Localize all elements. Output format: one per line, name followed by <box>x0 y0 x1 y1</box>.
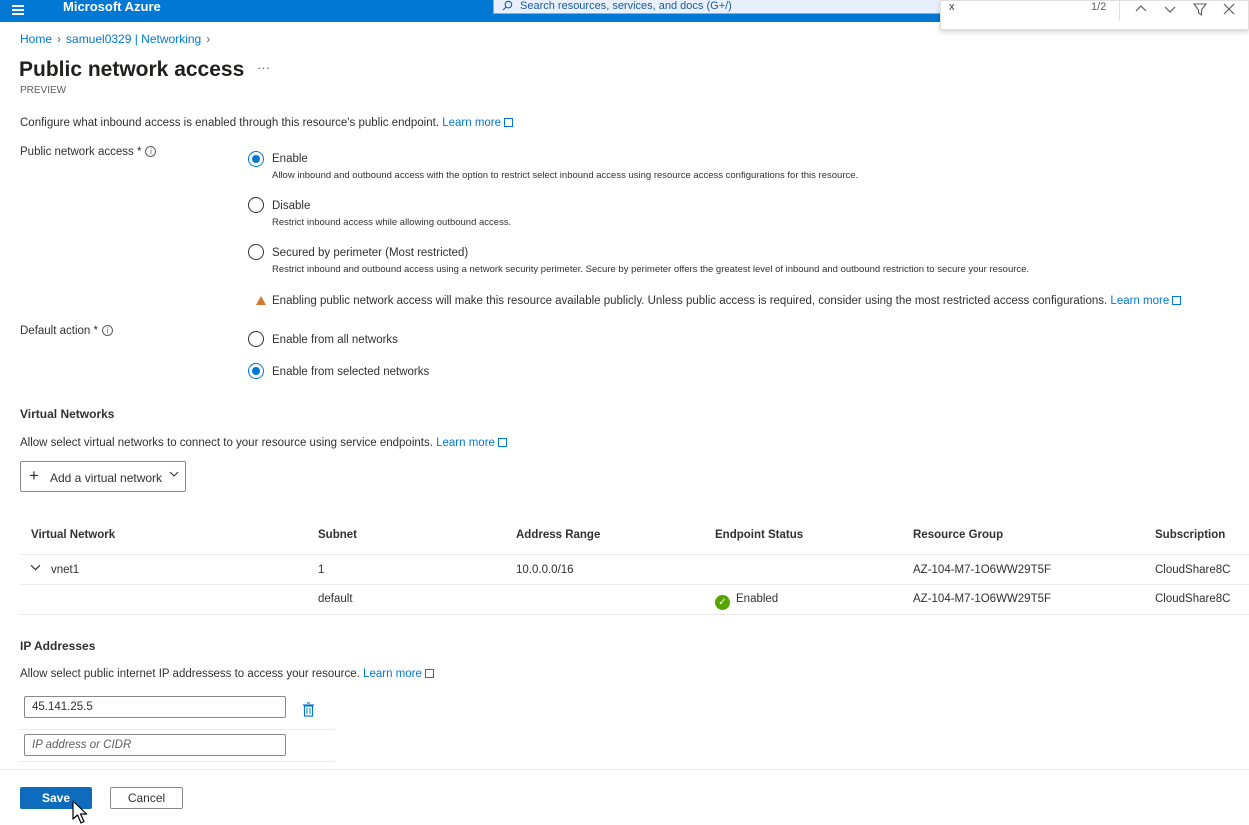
success-check-icon: ✓ <box>715 595 730 610</box>
subnet-count: 1 <box>318 564 325 576</box>
chevron-up-icon[interactable] <box>1133 1 1149 17</box>
ip-address-new-field[interactable] <box>24 734 286 756</box>
radio-disable-label[interactable]: Disable <box>272 200 310 212</box>
radio-secured-perimeter-description: Restrict inbound and outbound access usi… <box>272 264 1030 275</box>
add-virtual-network-label: Add a virtual network <box>50 471 163 485</box>
radio-disable-description: Restrict inbound access while allowing o… <box>272 217 512 228</box>
search-placeholder: Search resources, services, and docs (G+… <box>520 0 732 12</box>
col-virtual-network: Virtual Network <box>31 529 116 541</box>
col-address-range: Address Range <box>516 529 601 541</box>
warning-icon <box>256 296 266 305</box>
radio-selected-networks-label[interactable]: Enable from selected networks <box>272 366 429 378</box>
brand-title[interactable]: Microsoft Azure <box>63 0 161 14</box>
external-link-icon <box>424 669 434 678</box>
filter-icon[interactable] <box>1192 1 1208 17</box>
find-query-input[interactable]: x <box>949 1 955 13</box>
ip-addresses-heading: IP Addresses <box>20 639 96 653</box>
table-divider <box>20 614 1249 615</box>
endpoint-status: ✓ Enabled <box>715 593 778 610</box>
ip-description-text: Allow select public internet IP addresse… <box>20 668 360 680</box>
warning-text: Enabling public network access will make… <box>272 295 1108 307</box>
col-endpoint-status: Endpoint Status <box>715 529 804 541</box>
address-range: 10.0.0.0/16 <box>516 564 574 576</box>
table-divider <box>20 554 1249 555</box>
add-virtual-network-button[interactable]: + Add a virtual network <box>20 461 186 492</box>
radio-selected-networks[interactable] <box>248 363 264 379</box>
learn-more-link[interactable]: Learn more <box>442 117 501 129</box>
radio-enable[interactable] <box>248 151 264 167</box>
ip-addresses-description: Allow select public internet IP addresse… <box>20 668 434 680</box>
page-title: Public network access <box>19 58 245 81</box>
vnet-learn-more-link[interactable]: Learn more <box>436 437 495 449</box>
public-access-label-text: Public network access * <box>20 146 142 158</box>
mouse-cursor-icon <box>72 800 88 824</box>
delete-icon[interactable] <box>302 702 315 717</box>
ip-row-divider <box>20 729 335 730</box>
menu-icon[interactable] <box>10 2 26 18</box>
table-divider <box>20 584 1249 585</box>
warning-learn-more-link[interactable]: Learn more <box>1110 295 1169 307</box>
global-search-input[interactable]: Search resources, services, and docs (G+… <box>493 0 943 14</box>
external-link-icon <box>497 438 507 447</box>
public-access-warning: Enabling public network access will make… <box>256 295 1182 307</box>
chevron-down-icon[interactable] <box>30 562 41 573</box>
endpoint-status-text: Enabled <box>736 593 779 605</box>
vnet-description-text: Allow select virtual networks to connect… <box>20 437 433 449</box>
subscription: CloudShare8C <box>1155 564 1231 576</box>
description-text: Configure what inbound access is enabled… <box>20 117 440 129</box>
vnet-link[interactable]: vnet1 <box>51 564 79 576</box>
ip-address-field[interactable] <box>24 696 286 718</box>
external-link-icon <box>504 118 514 127</box>
ip-row-divider <box>20 761 335 762</box>
public-access-label: Public network access * i <box>20 146 157 158</box>
col-subscription: Subscription <box>1155 529 1226 541</box>
find-match-count: 1/2 <box>1091 1 1107 13</box>
default-action-label: Default action * i <box>20 325 113 337</box>
info-icon[interactable]: i <box>102 325 113 337</box>
preview-tag: PREVIEW <box>20 85 67 96</box>
chevron-down-icon[interactable] <box>1162 1 1178 17</box>
find-divider <box>1119 1 1120 21</box>
radio-all-networks-label[interactable]: Enable from all networks <box>272 334 398 346</box>
info-icon[interactable]: i <box>145 146 157 158</box>
col-resource-group: Resource Group <box>913 529 1004 541</box>
radio-secured-perimeter-label[interactable]: Secured by perimeter (Most restricted) <box>272 247 468 259</box>
radio-enable-description: Allow inbound and outbound access with t… <box>272 170 859 181</box>
chevron-right-icon: › <box>57 32 62 46</box>
more-options-icon[interactable]: ··· <box>257 60 270 75</box>
subnet-link[interactable]: default <box>318 593 353 605</box>
breadcrumb: Home › samuel0329 | Networking › <box>20 32 215 46</box>
page-description: Configure what inbound access is enabled… <box>20 117 514 129</box>
radio-enable-label[interactable]: Enable <box>272 153 308 165</box>
chevron-down-icon <box>169 471 179 477</box>
external-link-icon <box>1172 296 1182 305</box>
default-action-label-text: Default action * <box>20 325 98 337</box>
chevron-right-icon: › <box>206 32 211 46</box>
radio-secured-perimeter[interactable] <box>248 244 264 260</box>
breadcrumb-resource[interactable]: samuel0329 | Networking <box>66 32 201 46</box>
search-icon <box>502 0 513 11</box>
radio-all-networks[interactable] <box>248 331 264 347</box>
plus-icon: + <box>29 466 39 485</box>
virtual-networks-heading: Virtual Networks <box>20 407 115 421</box>
footer-divider <box>0 769 1249 770</box>
breadcrumb-home[interactable]: Home <box>20 32 52 46</box>
resource-group: AZ-104-M7-1O6WW29T5F <box>913 564 1052 576</box>
virtual-networks-description: Allow select virtual networks to connect… <box>20 437 507 449</box>
col-subnet: Subnet <box>318 529 357 541</box>
cancel-button[interactable]: Cancel <box>110 787 183 809</box>
resource-group: AZ-104-M7-1O6WW29T5F <box>913 593 1052 605</box>
radio-disable[interactable] <box>248 197 264 213</box>
subscription: CloudShare8C <box>1155 593 1231 605</box>
close-icon[interactable] <box>1221 1 1237 17</box>
find-bar: x 1/2 <box>940 0 1249 30</box>
ip-learn-more-link[interactable]: Learn more <box>363 668 422 680</box>
